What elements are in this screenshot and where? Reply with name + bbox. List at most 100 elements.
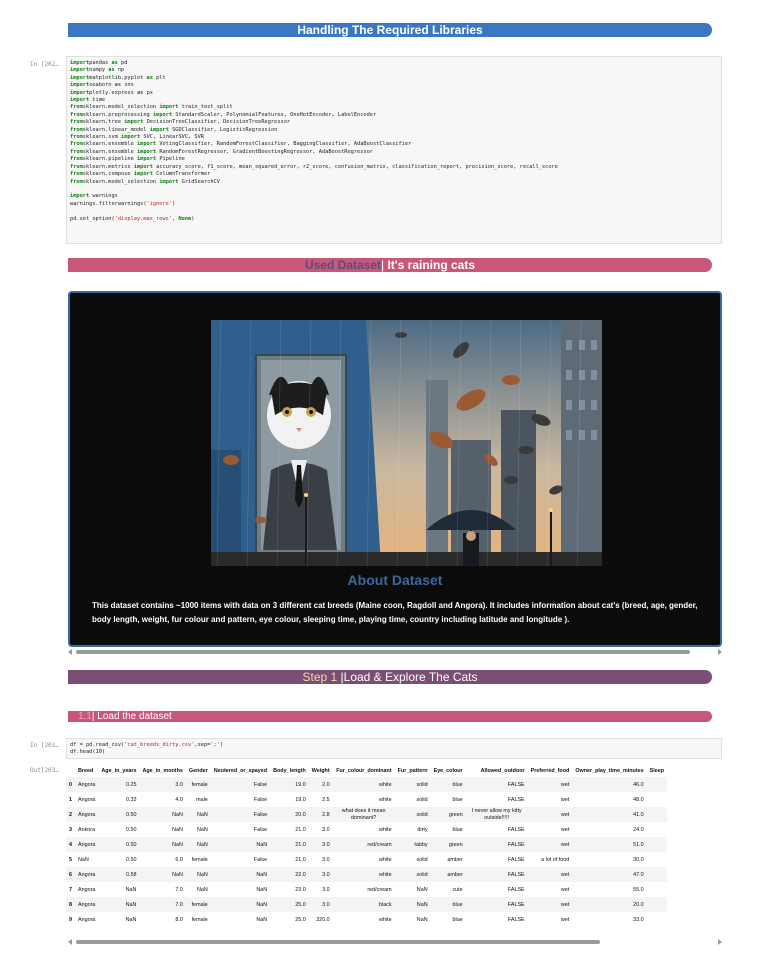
table-cell: 47.0 [633, 871, 644, 878]
table-cell: 55.0 [633, 886, 644, 893]
table-cell: FALSE [507, 781, 525, 788]
table-cell: NaN [125, 916, 137, 923]
table-cell: solid [416, 781, 428, 788]
table-cell: 22.0 [295, 871, 306, 878]
table-cell: Angora [78, 886, 96, 893]
column-header: Weight [311, 767, 330, 774]
table-cell: False [253, 811, 268, 818]
table-cell [647, 882, 667, 897]
table-cell: wet [560, 811, 570, 818]
table-cell: FALSE [507, 886, 525, 893]
table-cell: NaN [172, 841, 183, 848]
table-cell: NaN [172, 811, 183, 818]
table-cell: 41.0 [633, 811, 644, 818]
table-cell: False [253, 796, 268, 803]
table-horizontal-scrollbar[interactable] [68, 939, 722, 945]
table-cell: wet [560, 796, 570, 803]
column-header: Owner_play_time_minutes [575, 767, 644, 774]
table-cell: dirty [417, 826, 428, 833]
scrollbar-thumb[interactable] [76, 940, 600, 944]
table-cell: white [379, 826, 392, 833]
table-cell: 8.0 [175, 916, 183, 923]
table-row: 4 Angora 0.50 NaN NaN NaN 21.0 3.0 red/cream tabb… [66, 837, 668, 852]
table-cell: 33.0 [633, 916, 644, 923]
table-cell: NaN [256, 871, 268, 878]
column-header: Age_in_months [142, 767, 183, 774]
table-cell: black [379, 901, 392, 908]
table-cell: 6 [69, 871, 72, 878]
table-cell: cute [452, 886, 463, 893]
table-cell: NaN [172, 826, 183, 833]
table-row: 5 NaN 0.50 6.0 female False 21.0 3.0 white solid a… [66, 852, 667, 867]
column-header: Gender [188, 767, 208, 774]
table-cell: blue [452, 826, 463, 833]
table-cell: NaN [78, 856, 89, 863]
table-cell: False [253, 856, 268, 863]
table-cell: green [448, 811, 463, 818]
table-cell: 0.50 [125, 826, 137, 833]
table-cell: female [191, 916, 208, 923]
table-cell: I never allow my kitty outside!!!!! [471, 808, 522, 821]
table-cell: what does it mean dominant? [341, 808, 386, 821]
column-header: Preferred_food [530, 767, 570, 774]
table-cell: FALSE [507, 901, 525, 908]
table-cell [647, 792, 667, 807]
column-header: Age_in_years [101, 767, 137, 774]
table-cell: solid [416, 856, 428, 863]
table-cell: 21.0 [295, 841, 306, 848]
table-cell: FALSE [507, 856, 525, 863]
table-cell [647, 807, 667, 822]
table-cell: 5 [69, 856, 72, 863]
table-cell: NaN [196, 826, 208, 833]
table-cell: Angora [78, 871, 96, 878]
table-cell: NaN [416, 916, 428, 923]
table-cell: 3 [69, 826, 72, 833]
table-cell: NaN [172, 871, 183, 878]
table-cell: 9 [69, 916, 72, 923]
table-cell: wet [560, 826, 570, 833]
table-cell [647, 912, 667, 927]
table-cell [647, 897, 667, 912]
table-cell: NaN [416, 901, 428, 908]
table-cell: FALSE [507, 916, 525, 923]
column-header: Body_length [273, 767, 306, 774]
table-cell: solid [416, 871, 428, 878]
table-cell: white [379, 916, 392, 923]
column-header [66, 764, 75, 777]
column-header: Allowed_outdoor [480, 767, 525, 774]
table-cell: Angora [78, 901, 96, 908]
table-cell: 20.0 [633, 901, 644, 908]
table-cell: 19.0 [295, 781, 306, 788]
table-cell: 7.0 [175, 901, 183, 908]
table-cell: NaN [256, 886, 268, 893]
table-cell: 3.0 [322, 871, 330, 878]
table-cell: False [253, 781, 268, 788]
table-cell: 51.0 [633, 841, 644, 848]
scroll-left-arrow-icon[interactable] [68, 939, 72, 945]
table-cell: 21.0 [295, 856, 306, 863]
table-cell: 4.0 [175, 796, 183, 803]
table-row: 9 Angora NaN 8.0 female NaN 25.0 320.0 white NaN b… [66, 912, 667, 927]
table-row: 2 Angora 0.50 NaN NaN False 20.0 2.8 what does i… [66, 807, 668, 822]
table-cell: FALSE [507, 841, 525, 848]
table-cell: wet [560, 916, 570, 923]
table-cell: FALSE [507, 871, 525, 878]
table-cell: 20.0 [295, 811, 306, 818]
table-cell: 25.0 [295, 916, 306, 923]
table-cell: male [196, 796, 208, 803]
dataframe-output: Breed Age_in_years Age_in_months Gender Neut… [0, 0, 722, 968]
scroll-right-arrow-icon[interactable] [718, 939, 722, 945]
table-cell: 6.0 [175, 856, 183, 863]
table-cell: 1 [69, 796, 72, 803]
table-cell: NaN [125, 886, 137, 893]
table-header-row: Breed Age_in_years Age_in_months Gender Neut… [66, 764, 667, 777]
table-cell: white [379, 856, 392, 863]
table-cell: red/cream [367, 841, 392, 848]
table-cell: female [191, 856, 208, 863]
table-cell: 25.0 [295, 901, 306, 908]
table-cell: 2.5 [322, 796, 330, 803]
table-cell: wet [560, 781, 570, 788]
table-cell: blue [452, 916, 463, 923]
table-row: 8 Angora NaN 7.0 female NaN 25.0 3.0 black NaN blu… [66, 897, 668, 912]
table-cell: 0.50 [125, 856, 137, 863]
